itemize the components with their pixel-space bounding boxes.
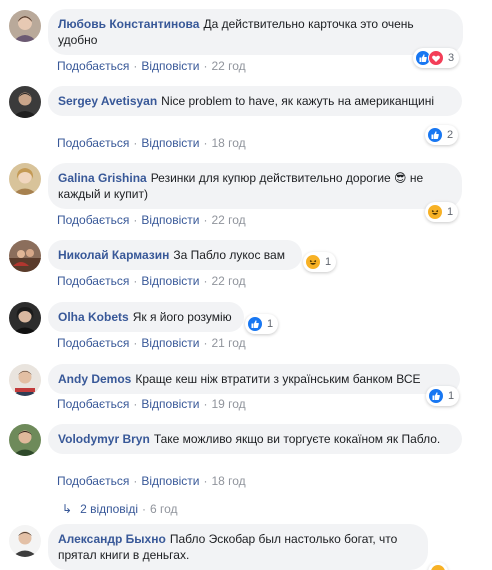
- view-replies-link[interactable]: ↳ 2 відповіді · 6 год: [62, 501, 178, 517]
- timestamp[interactable]: 19 год: [211, 397, 245, 411]
- reply-link[interactable]: Відповісти: [141, 274, 199, 288]
- separator: ·: [133, 274, 138, 288]
- timestamp[interactable]: 21 год: [211, 336, 245, 350]
- love-reaction-icon: [428, 50, 444, 66]
- separator: ·: [133, 474, 138, 488]
- comment-bubble: Olha Kobets Як я його розумію: [48, 302, 244, 332]
- comment-bubble: Любовь Константинова Да действительно кар…: [48, 9, 463, 55]
- comment-author[interactable]: Любовь Константинова: [58, 17, 199, 31]
- avatar[interactable]: [9, 364, 41, 396]
- avatar[interactable]: [9, 525, 41, 557]
- reactions-badge[interactable]: 3: [413, 48, 460, 68]
- comment-bubble: Sergey Avetisyan Nice problem to have, як…: [48, 86, 462, 116]
- comment-text: За Пабло лукос вам: [173, 248, 285, 262]
- reaction-count: 1: [325, 256, 332, 268]
- reaction-count: 1: [448, 390, 455, 402]
- like-link[interactable]: Подобається: [57, 397, 129, 411]
- separator: ·: [203, 397, 208, 411]
- separator: ·: [203, 336, 208, 350]
- comment-bubble: Николай Кармазин За Пабло лукос вам: [48, 240, 302, 270]
- comment-actions: Подобається · Відповісти · 22 год: [57, 273, 246, 289]
- haha-reaction-icon: [427, 204, 443, 220]
- comment-actions: Подобається · Відповісти · 19 год: [57, 396, 246, 412]
- separator: ·: [203, 274, 208, 288]
- separator: ·: [133, 213, 138, 227]
- reply-link[interactable]: Відповісти: [141, 59, 199, 73]
- reply-link[interactable]: Відповісти: [141, 136, 199, 150]
- avatar[interactable]: [9, 302, 41, 334]
- comment-actions: Подобається · Відповісти · 18 год: [57, 473, 246, 489]
- comment-author[interactable]: Sergey Avetisyan: [58, 94, 157, 108]
- comment-author[interactable]: Volodymyr Bryn: [58, 432, 150, 446]
- reaction-count: 2: [447, 129, 454, 141]
- comment-author[interactable]: Olha Kobets: [58, 310, 129, 324]
- timestamp[interactable]: 22 год: [211, 59, 245, 73]
- reply-link[interactable]: Відповісти: [141, 397, 199, 411]
- separator: ·: [203, 136, 208, 150]
- reaction-count: 1: [267, 318, 274, 330]
- haha-reaction-icon: [430, 564, 446, 570]
- separator: ·: [133, 336, 138, 350]
- comment-actions: Подобається · Відповісти · 22 год: [57, 212, 246, 228]
- timestamp[interactable]: 22 год: [211, 213, 245, 227]
- separator: ·: [133, 136, 138, 150]
- avatar[interactable]: [9, 10, 41, 42]
- reactions-badge[interactable]: 1: [245, 314, 279, 334]
- comment-author[interactable]: Andy Demos: [58, 372, 131, 386]
- reactions-badge[interactable]: 2: [425, 125, 459, 145]
- comment-bubble: Andy Demos Краще кеш ніж втратити з украї…: [48, 364, 460, 394]
- comment-actions: Подобається · Відповісти · 18 год: [57, 135, 246, 151]
- comment-text: Таке можливо якщо ви торгуєте кокаїном я…: [153, 432, 441, 446]
- comment-author[interactable]: Galina Grishina: [58, 171, 147, 185]
- avatar[interactable]: [9, 163, 41, 195]
- like-reaction-icon: [428, 388, 444, 404]
- like-link[interactable]: Подобається: [57, 336, 129, 350]
- reactions-badge[interactable]: 1: [426, 386, 460, 406]
- reaction-count: 3: [448, 52, 455, 64]
- timestamp[interactable]: 18 год: [211, 474, 245, 488]
- separator: ·: [203, 213, 208, 227]
- like-reaction-icon: [247, 316, 263, 332]
- comment-actions: Подобається · Відповісти · 22 год: [57, 58, 246, 74]
- separator: ·: [203, 59, 208, 73]
- separator: ·: [142, 502, 146, 516]
- timestamp[interactable]: 18 год: [211, 136, 245, 150]
- comment-bubble: Volodymyr Bryn Таке можливо якщо ви торгу…: [48, 424, 462, 454]
- reply-arrow-icon: ↳: [62, 502, 73, 516]
- reactions-badge[interactable]: [428, 562, 448, 570]
- like-link[interactable]: Подобається: [57, 213, 129, 227]
- haha-reaction-icon: [305, 254, 321, 270]
- avatar[interactable]: [9, 424, 41, 456]
- comment-bubble: Александр Быхно Пабло Эскобар был настоль…: [48, 524, 428, 570]
- comment-author[interactable]: Александр Быхно: [58, 532, 166, 546]
- like-link[interactable]: Подобається: [57, 136, 129, 150]
- timestamp[interactable]: 22 год: [211, 274, 245, 288]
- reply-link[interactable]: Відповісти: [141, 474, 199, 488]
- like-link[interactable]: Подобається: [57, 474, 129, 488]
- comment-bubble: Galina Grishina Резинки для купюр действи…: [48, 163, 462, 209]
- avatar[interactable]: [9, 86, 41, 118]
- like-reaction-icon: [427, 127, 443, 143]
- separator: ·: [133, 397, 138, 411]
- reply-link[interactable]: Відповісти: [141, 213, 199, 227]
- like-link[interactable]: Подобається: [57, 59, 129, 73]
- comment-actions: Подобається · Відповісти · 21 год: [57, 335, 246, 351]
- comment-text: Nice problem to have, як кажуть на амери…: [161, 94, 435, 108]
- avatar[interactable]: [9, 240, 41, 272]
- comment-text: Як я його розумію: [132, 310, 232, 324]
- comment-text: Краще кеш ніж втратити з українським бан…: [135, 372, 421, 386]
- reply-link[interactable]: Відповісти: [141, 336, 199, 350]
- timestamp: 6 год: [150, 502, 178, 516]
- reactions-badge[interactable]: 1: [425, 202, 459, 222]
- separator: ·: [203, 474, 208, 488]
- separator: ·: [133, 59, 138, 73]
- like-link[interactable]: Подобається: [57, 274, 129, 288]
- reaction-count: 1: [447, 206, 454, 218]
- reactions-badge[interactable]: 1: [303, 252, 337, 272]
- replies-count[interactable]: 2 відповіді: [80, 502, 138, 516]
- comment-author[interactable]: Николай Кармазин: [58, 248, 169, 262]
